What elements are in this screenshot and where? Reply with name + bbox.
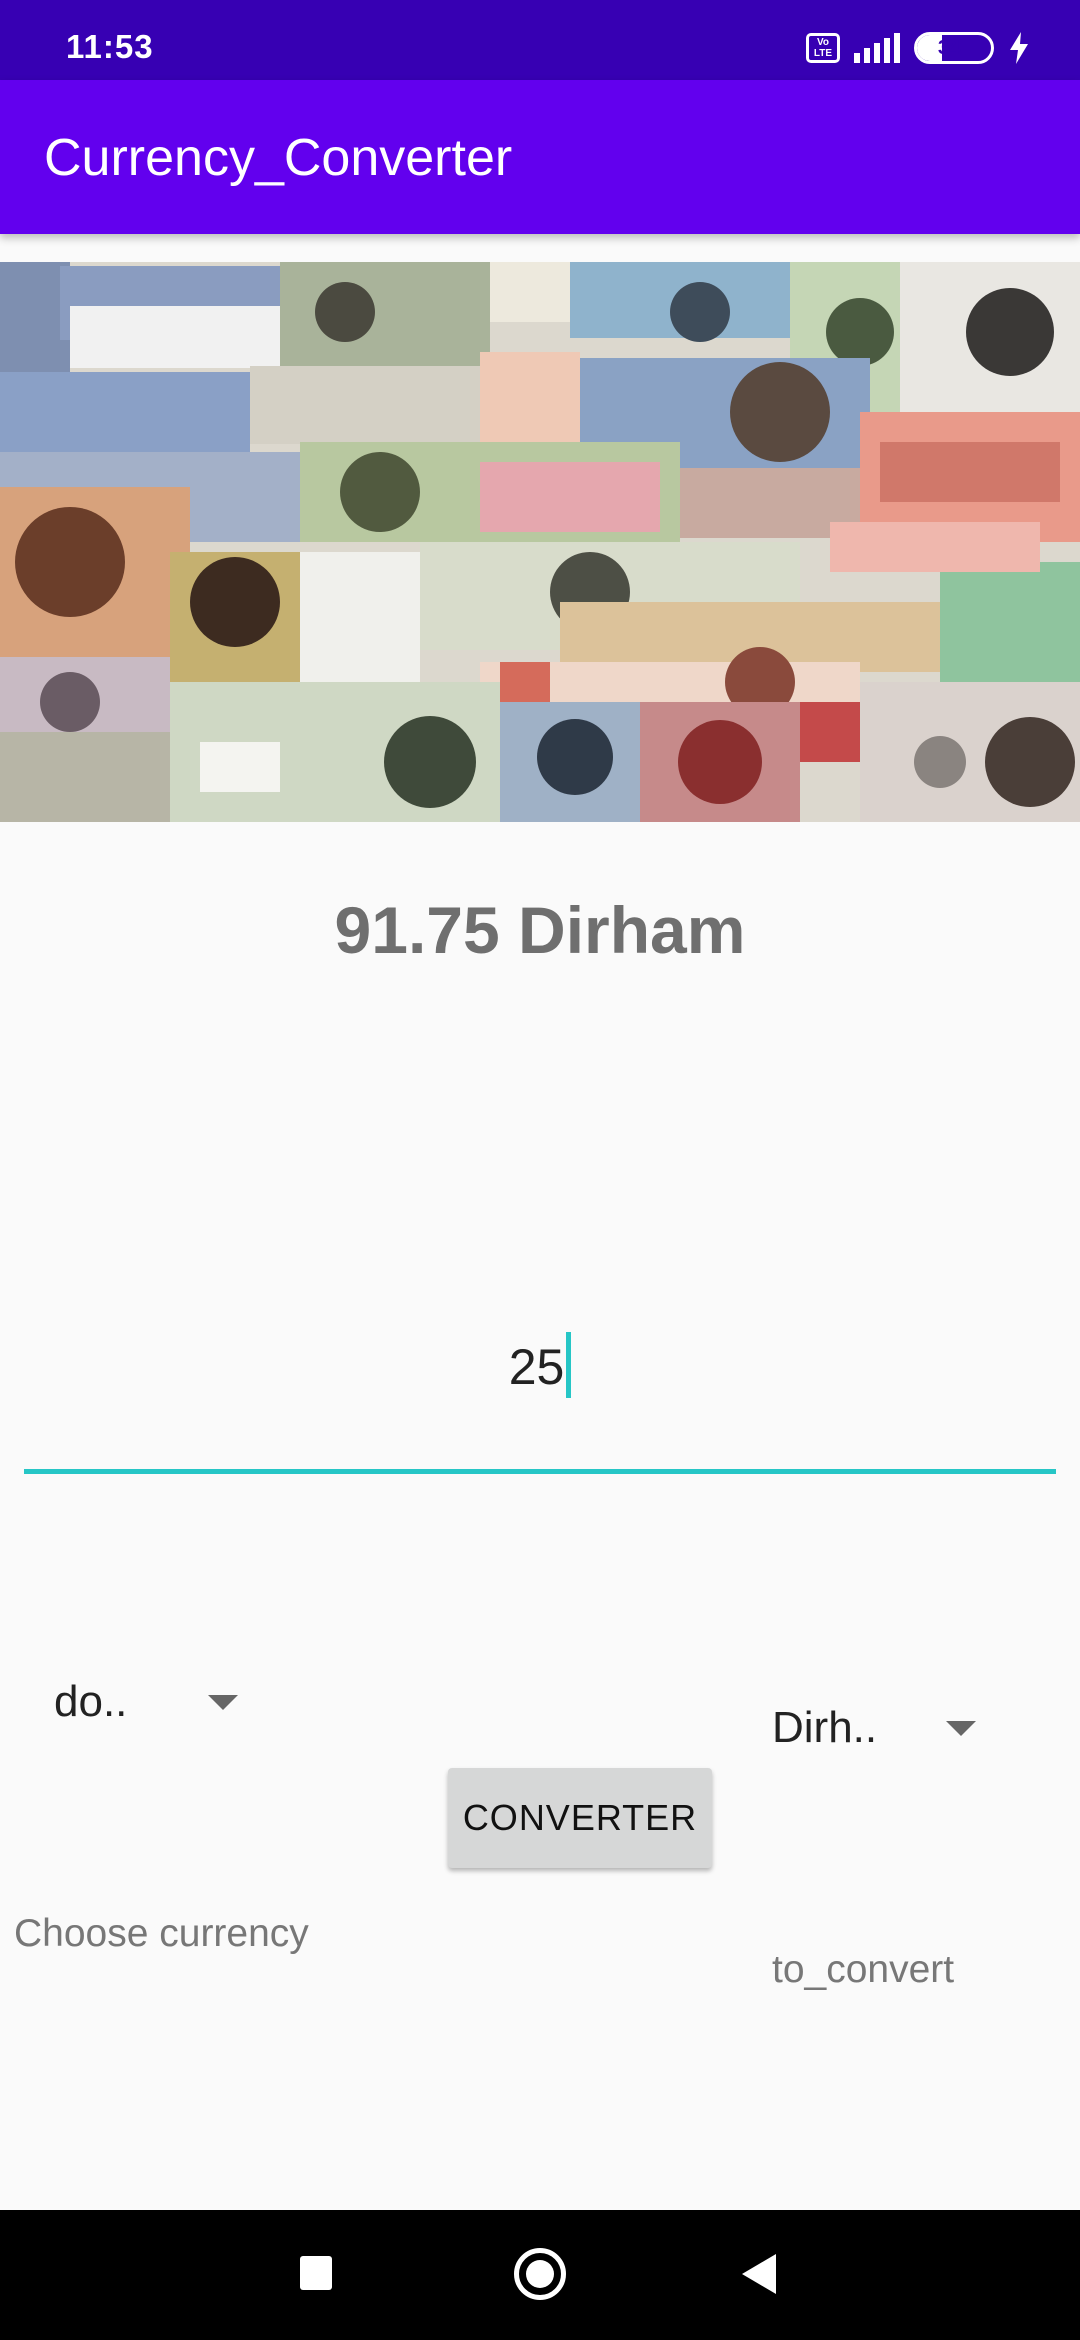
volte-label: Vo LTE [813,37,833,59]
amount-input-value[interactable]: 25 [24,1332,1056,1398]
amount-input-text[interactable]: 25 [509,1339,565,1395]
text-cursor [566,1332,572,1398]
battery-level: 34 [937,36,961,59]
status-icons: Vo LTE 34 [806,30,1030,66]
status-time: 11:53 [66,28,154,65]
to-currency-value[interactable]: Dirh.. [772,1703,877,1753]
conversion-result: 91.75 Dirham [334,893,746,967]
converter-button[interactable]: CONVERTER [448,1768,712,1868]
banknotes-collage-image [0,262,1080,822]
choose-currency-label: Choose currency [14,1912,309,1955]
status-bar: 11:53 Vo LTE 34 [0,0,1080,80]
home-icon[interactable] [514,2248,566,2300]
banknotes-banner-image [0,262,1080,822]
battery-icon: 34 [914,32,994,64]
from-currency-spinner[interactable]: do.. [54,1662,254,1742]
app-bar: Currency_Converter [0,80,1080,234]
volte-icon: Vo LTE [806,33,840,63]
dropdown-arrow-icon[interactable] [946,1721,976,1736]
home-icon-dot [526,2260,554,2288]
back-icon[interactable] [742,2254,776,2294]
from-currency-value[interactable]: do.. [54,1677,127,1727]
amount-input[interactable]: 25 [24,1300,1056,1474]
charging-icon [1010,32,1028,64]
signal-strength-icon [854,33,900,63]
to-convert-label: to_convert [772,1948,955,1991]
recent-apps-icon[interactable] [300,2256,332,2290]
app-title: Currency_Converter [44,129,513,187]
dropdown-arrow-icon[interactable] [208,1695,238,1710]
navigation-bar [0,2210,1080,2340]
to-currency-spinner[interactable]: Dirh.. [772,1688,992,1768]
